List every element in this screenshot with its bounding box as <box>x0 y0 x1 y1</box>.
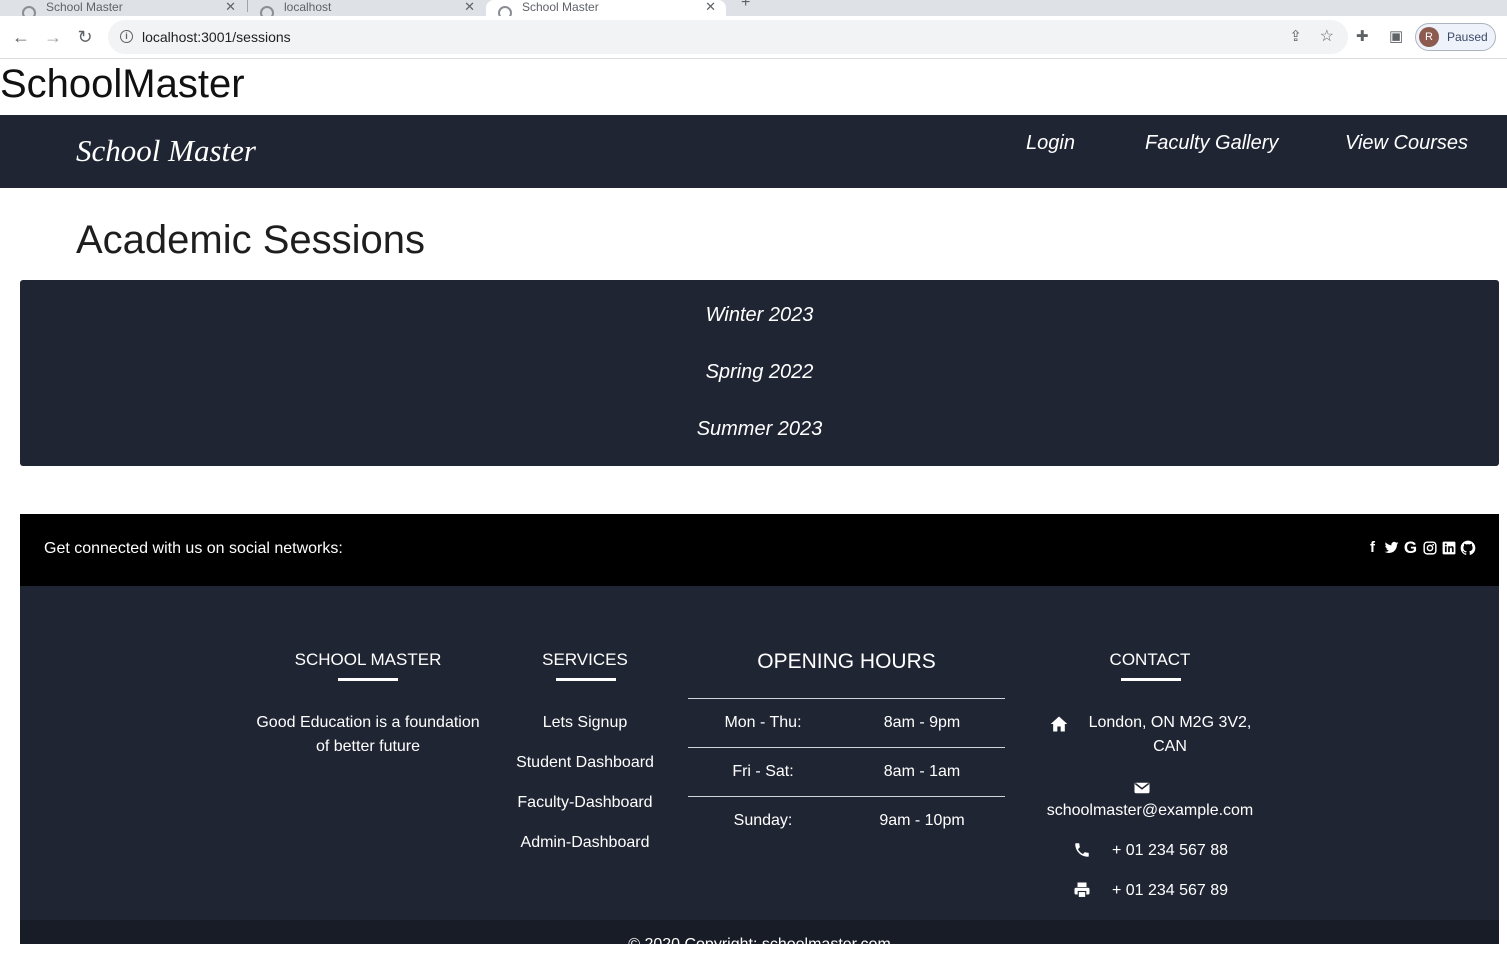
footer-hours-heading: OPENING HOURS <box>757 650 936 673</box>
browser-tabstrip: School Master ✕ localhost ✕ School Maste… <box>0 0 1507 16</box>
browser-tab-2[interactable]: localhost ✕ <box>248 0 485 16</box>
profile-status: Paused <box>1447 30 1488 44</box>
envelope-icon <box>1134 782 1150 794</box>
github-icon[interactable] <box>1460 539 1476 556</box>
printer-icon <box>1074 882 1090 899</box>
url-text[interactable]: localhost:3001/sessions <box>142 29 291 45</box>
nav-view-courses-link[interactable]: View Courses <box>1345 132 1468 155</box>
footer-tagline-line1: Good Education is a foundation <box>256 714 480 731</box>
copyright-text: © 2020 Copyright: schoolmaster.com <box>628 936 891 953</box>
reload-icon[interactable]: ↻ <box>72 24 98 50</box>
phone-icon <box>1075 843 1089 857</box>
share-icon[interactable]: ⇪ <box>1289 27 1302 45</box>
address-bar[interactable]: i localhost:3001/sessions ⇪ ☆ <box>108 20 1348 54</box>
avatar: R <box>1419 27 1439 47</box>
social-icons: f G <box>1365 539 1476 556</box>
hours-divider <box>688 747 1005 748</box>
footer-heading-underline <box>338 678 398 681</box>
contact-fax: + 01 234 567 89 <box>1111 882 1229 899</box>
browser-tab-title: localhost <box>284 0 332 14</box>
forward-icon[interactable]: → <box>40 24 66 50</box>
hours-time: 8am - 9pm <box>883 714 961 731</box>
session-item-winter-2023[interactable]: Winter 2023 <box>20 304 1499 327</box>
globe-icon <box>22 6 36 16</box>
browser-tab-3-active[interactable]: School Master ✕ <box>486 0 726 16</box>
profile-button[interactable]: R Paused <box>1415 23 1496 51</box>
session-item-spring-2022[interactable]: Spring 2022 <box>20 361 1499 384</box>
footer-link-admin-dashboard[interactable]: Admin-Dashboard <box>495 831 675 855</box>
back-icon[interactable]: ← <box>8 24 34 50</box>
brand-logo[interactable]: School Master <box>76 133 256 169</box>
hours-time: 8am - 1am <box>883 763 961 780</box>
instagram-icon[interactable] <box>1422 539 1437 556</box>
google-icon[interactable]: G <box>1403 539 1418 556</box>
contact-address-line1: London, ON M2G 3V2, <box>1088 714 1252 731</box>
browser-tab-1[interactable]: School Master ✕ <box>0 0 246 16</box>
contact-address-line2: CAN <box>1153 738 1187 755</box>
contact-email[interactable]: schoolmaster@example.com <box>1030 799 1270 823</box>
footer-link-lets-signup[interactable]: Lets Signup <box>495 711 675 735</box>
social-text: Get connected with us on social networks… <box>44 540 343 557</box>
browser-toolbar: ← → ↻ i localhost:3001/sessions ⇪ ☆ ✚ ▣ … <box>0 16 1507 59</box>
footer-services-heading: SERVICES <box>542 650 628 669</box>
globe-icon <box>260 6 274 16</box>
new-tab-icon[interactable]: + <box>741 0 750 12</box>
facebook-icon[interactable]: f <box>1365 539 1380 556</box>
site-info-icon[interactable]: i <box>120 30 133 43</box>
hours-day: Sunday: <box>733 812 793 829</box>
social-bar: Get connected with us on social networks… <box>20 514 1499 586</box>
footer-tagline-line2: of better future <box>315 738 421 755</box>
navbar: School Master Login Faculty Gallery View… <box>0 115 1507 188</box>
bookmark-star-icon[interactable]: ☆ <box>1320 26 1334 46</box>
footer-link-student-dashboard[interactable]: Student Dashboard <box>495 751 675 775</box>
hours-time: 9am - 10pm <box>879 812 965 829</box>
session-item-summer-2023[interactable]: Summer 2023 <box>20 418 1499 441</box>
close-tab-icon[interactable]: ✕ <box>705 0 716 15</box>
copyright-bar: © 2020 Copyright: schoolmaster.com <box>20 920 1499 953</box>
page-title: Academic Sessions <box>76 218 426 262</box>
close-tab-icon[interactable]: ✕ <box>225 0 236 15</box>
close-tab-icon[interactable]: ✕ <box>464 0 475 15</box>
linkedin-icon[interactable] <box>1441 539 1456 556</box>
hours-day: Mon - Thu: <box>724 714 802 731</box>
hours-divider <box>688 698 1005 699</box>
extensions-icon[interactable]: ✚ <box>1356 27 1369 45</box>
side-panel-icon[interactable]: ▣ <box>1389 27 1403 45</box>
contact-phone: + 01 234 567 88 <box>1111 842 1229 859</box>
sessions-list: Winter 2023 Spring 2022 Summer 2023 <box>20 280 1499 466</box>
globe-icon <box>498 6 512 16</box>
twitter-icon[interactable] <box>1384 539 1399 556</box>
footer-school-heading: SCHOOL MASTER <box>294 650 442 669</box>
browser-tab-title: School Master <box>46 0 123 14</box>
footer-heading-underline <box>556 678 616 681</box>
footer-heading-underline <box>1121 678 1181 681</box>
footer: SCHOOL MASTER Good Education is a founda… <box>20 586 1499 920</box>
nav-login-link[interactable]: Login <box>1026 132 1075 155</box>
nav-faculty-gallery-link[interactable]: Faculty Gallery <box>1145 132 1278 155</box>
app-title: SchoolMaster <box>0 62 245 106</box>
home-icon <box>1050 716 1068 732</box>
browser-tab-title: School Master <box>522 0 599 14</box>
hours-divider <box>688 796 1005 797</box>
hours-day: Fri - Sat: <box>732 763 794 780</box>
footer-contact-heading: CONTACT <box>1109 650 1191 669</box>
footer-link-faculty-dashboard[interactable]: Faculty-Dashboard <box>495 791 675 815</box>
